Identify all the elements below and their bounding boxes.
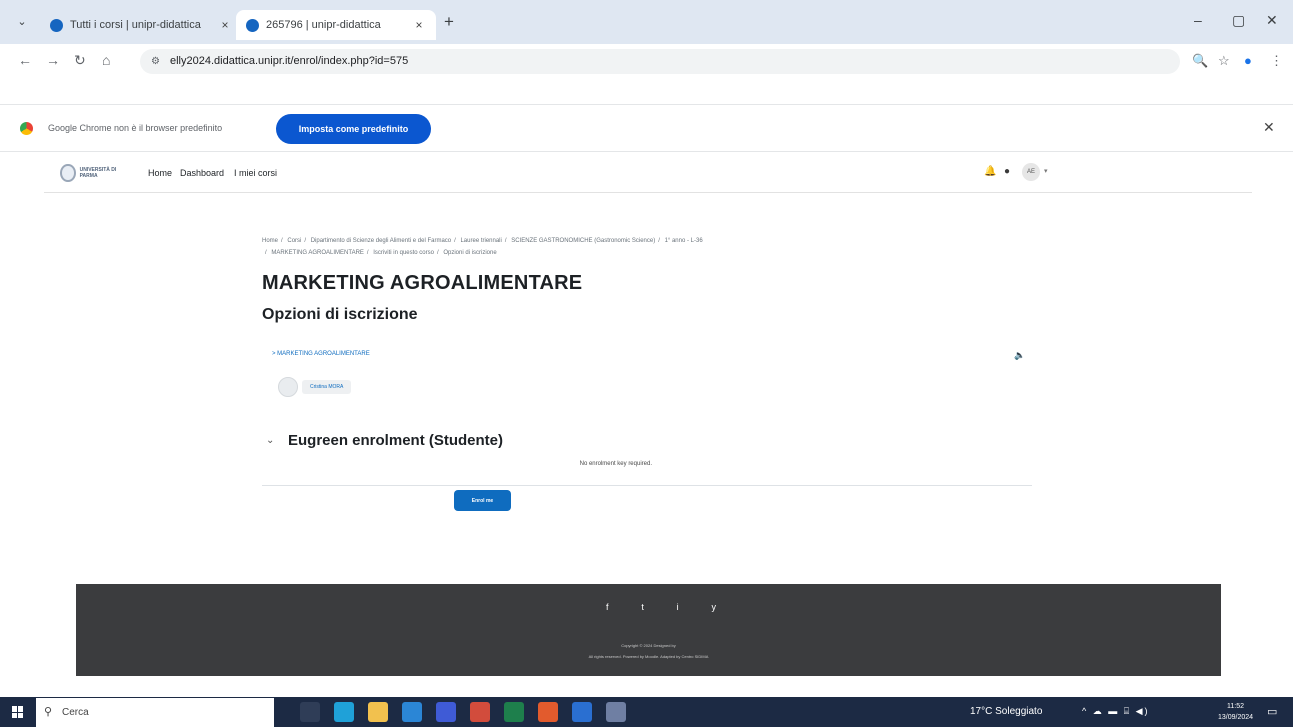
nav-dashboard-link[interactable]: Dashboard <box>180 168 224 178</box>
zoom-icon[interactable]: 🔍 <box>1192 53 1208 69</box>
store-icon[interactable] <box>436 702 456 722</box>
breadcrumb-item[interactable]: 1° anno - L-36 <box>665 238 703 244</box>
address-bar[interactable]: ⚙ elly2024.didattica.unipr.it/enrol/inde… <box>140 49 1180 74</box>
nav-home-link[interactable]: Home <box>148 168 172 178</box>
menu-kebab-icon[interactable]: ⋮ <box>1270 53 1283 69</box>
messages-icon[interactable]: ● <box>1004 166 1010 177</box>
taskbar-search-placeholder: Cerca <box>62 707 89 718</box>
copyright-text: Copyright © 2024 Designed by All rights … <box>76 640 1221 662</box>
app-icon[interactable] <box>606 702 626 722</box>
minimize-icon[interactable]: – <box>1194 12 1202 28</box>
forward-icon[interactable]: → <box>46 52 60 68</box>
teacher-avatar <box>278 377 298 397</box>
windows-start-icon[interactable] <box>12 706 24 718</box>
word-icon[interactable] <box>572 702 592 722</box>
system-tray-icons[interactable]: ^ ☁ ▬ ⌸ ◀) <box>1082 706 1150 717</box>
breadcrumb-item[interactable]: Home <box>262 238 278 244</box>
infobar-message: Google Chrome non è il browser predefini… <box>48 123 223 133</box>
clock-time: 11:52 <box>1227 703 1245 710</box>
breadcrumb-item[interactable]: SCIENZE GASTRONOMICHE (Gastronomic Scien… <box>511 238 655 244</box>
chevron-down-icon[interactable]: ▾ <box>1044 167 1048 175</box>
close-tab-icon[interactable]: × <box>218 18 232 32</box>
default-browser-infobar: Google Chrome non è il browser predefini… <box>0 104 1293 152</box>
favicon-icon <box>50 18 63 32</box>
maximize-icon[interactable]: ▢ <box>1232 12 1245 29</box>
moodle-navbar: UNIVERSITÀ DI PARMA Home Dashboard I mie… <box>44 155 1252 193</box>
course-link-label: MARKETING AGROALIMENTARE <box>277 351 370 357</box>
browser-tab-strip: ⌄ Tutti i corsi | unipr-didattica × 2657… <box>0 0 1293 44</box>
breadcrumb-item[interactable]: Dipartimento di Scienze degli Alimenti e… <box>311 238 451 244</box>
nav-my-courses-link[interactable]: I miei corsi <box>234 168 277 178</box>
search-icon: ⚲ <box>44 706 53 718</box>
page-footer: f t i y Copyright © 2024 Designed by All… <box>76 584 1221 676</box>
logo-text: UNIVERSITÀ DI PARMA <box>79 167 117 179</box>
notification-bell-icon[interactable]: 🔔 <box>984 166 996 177</box>
chevron-down-icon[interactable]: ⌄ <box>266 435 274 446</box>
close-window-icon[interactable]: ✕ <box>1266 12 1278 29</box>
tab-enrol[interactable]: 265796 | unipr-didattica × <box>236 10 436 40</box>
enrolment-section: ⌄ Eugreen enrolment (Studente) No enrolm… <box>262 428 1032 486</box>
favicon-icon <box>246 18 259 32</box>
set-default-button[interactable]: Imposta come predefinito <box>276 114 431 144</box>
rights-line: All rights reserved. Powered by Moodle. … <box>588 654 709 659</box>
teacher-name[interactable]: Cristina MORA <box>302 380 352 394</box>
tab-tutti-i-corsi[interactable]: Tutti i corsi | unipr-didattica × <box>40 10 242 40</box>
home-icon[interactable]: ⌂ <box>102 52 110 68</box>
new-tab-button[interactable]: + <box>444 13 454 30</box>
page-subtitle: Opzioni di iscrizione <box>262 306 418 323</box>
course-link[interactable]: > MARKETING AGROALIMENTARE <box>272 351 370 357</box>
windows-taskbar: ⚲ Cerca 17°C Soleggiato ^ ☁ ▬ ⌸ ◀) 11:52… <box>0 697 1293 727</box>
breadcrumb-current: Opzioni di iscrizione <box>443 250 497 256</box>
profile-icon[interactable]: ● <box>1244 53 1252 68</box>
site-info-icon[interactable]: ⚙ <box>151 49 160 74</box>
excel-icon[interactable] <box>504 702 524 722</box>
tab-search-icon[interactable]: ⌄ <box>14 14 30 30</box>
task-view-icon[interactable] <box>300 702 320 722</box>
tab-title: 265796 | unipr-didattica <box>266 19 381 31</box>
breadcrumb: Home / Corsi / Dipartimento di Scienze deg… <box>262 238 703 256</box>
instagram-icon[interactable]: i <box>677 602 679 612</box>
mail-icon[interactable] <box>402 702 422 722</box>
taskbar-clock[interactable]: 11:52 13/09/2024 <box>1218 701 1253 723</box>
close-infobar-icon[interactable]: ✕ <box>1263 119 1275 136</box>
page-title: MARKETING AGROALIMENTARE <box>262 272 583 294</box>
breadcrumb-item[interactable]: Lauree triennali <box>460 238 501 244</box>
clock-date: 13/09/2024 <box>1218 714 1254 721</box>
seal-icon <box>60 164 76 182</box>
reload-icon[interactable]: ↻ <box>74 52 86 69</box>
breadcrumb-item[interactable]: Iscriviti in questo corso <box>373 250 434 256</box>
taskbar-apps <box>300 702 640 722</box>
university-logo[interactable]: UNIVERSITÀ DI PARMA <box>60 163 126 183</box>
youtube-icon[interactable]: y <box>711 602 716 612</box>
no-key-message: No enrolment key required. <box>579 461 652 467</box>
close-tab-icon[interactable]: × <box>412 18 426 32</box>
breadcrumb-item[interactable]: Corsi <box>287 238 301 244</box>
chrome-logo-icon <box>20 122 33 135</box>
back-icon[interactable]: ← <box>18 52 32 68</box>
social-links: f t i y <box>606 602 716 612</box>
speaker-icon[interactable]: 🔈 <box>1014 350 1025 361</box>
taskbar-search[interactable]: ⚲ Cerca <box>36 698 274 727</box>
app-icon[interactable] <box>470 702 490 722</box>
url-text: elly2024.didattica.unipr.it/enrol/index.… <box>170 55 409 67</box>
tab-title: Tutti i corsi | unipr-didattica <box>70 19 201 31</box>
teacher-contact[interactable]: Cristina MORA <box>278 377 352 397</box>
breadcrumb-item[interactable]: MARKETING AGROALIMENTARE <box>271 250 364 256</box>
user-avatar[interactable]: AE <box>1022 163 1040 181</box>
twitter-icon[interactable]: t <box>641 602 644 612</box>
weather-widget[interactable]: 17°C Soleggiato <box>970 706 1042 717</box>
file-explorer-icon[interactable] <box>368 702 388 722</box>
edge-icon[interactable] <box>334 702 354 722</box>
copyright-line: Copyright © 2024 Designed by <box>621 643 676 648</box>
enrol-me-button[interactable]: Enrol me <box>454 490 511 511</box>
course-box: > MARKETING AGROALIMENTARE 🔈 Cristina MO… <box>262 342 1032 412</box>
facebook-icon[interactable]: f <box>606 602 609 612</box>
notification-center-icon[interactable]: ▭ <box>1267 705 1277 718</box>
enrolment-heading[interactable]: Eugreen enrolment (Studente) <box>288 432 503 449</box>
browser-toolbar: ← → ↻ ⌂ ⚙ elly2024.didattica.unipr.it/en… <box>0 44 1293 78</box>
chrome-icon[interactable] <box>538 702 558 722</box>
bookmark-star-icon[interactable]: ☆ <box>1218 53 1230 69</box>
